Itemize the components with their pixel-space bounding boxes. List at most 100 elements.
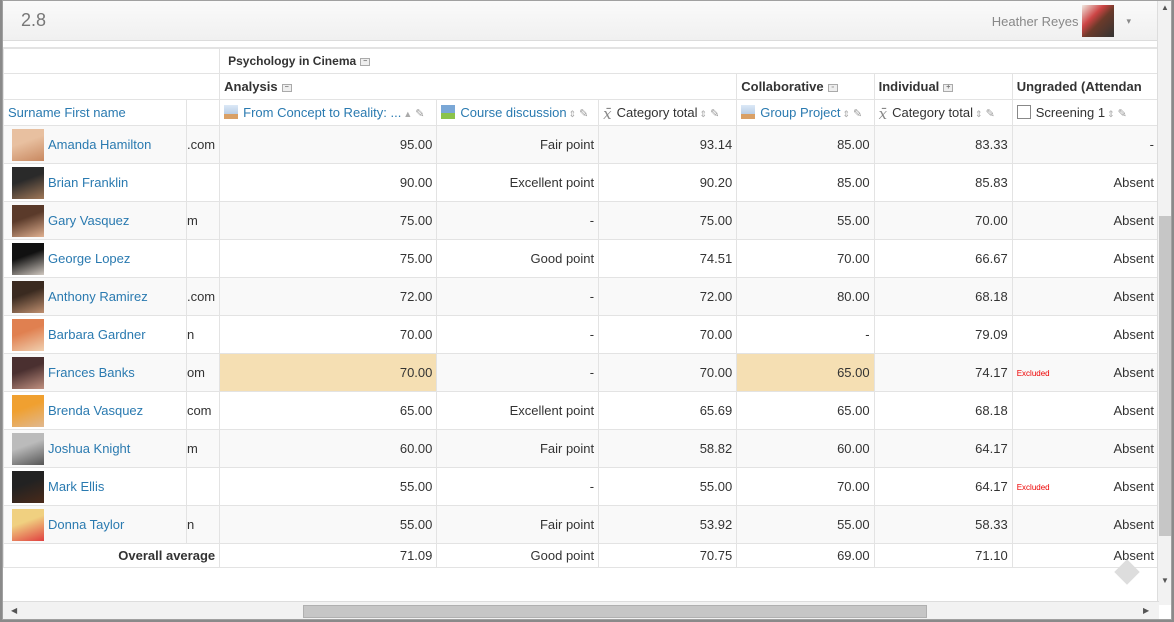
grade-cell[interactable]: 70.00 [219, 315, 438, 354]
grade-cell[interactable]: 72.00 [598, 277, 738, 316]
grade-cell[interactable]: - [436, 315, 600, 354]
student-avatar[interactable] [12, 166, 44, 199]
student-name-link[interactable]: Anthony Ramirez [48, 289, 148, 304]
grade-cell[interactable]: 65.69 [598, 391, 738, 430]
grade-cell[interactable]: 85.83 [873, 163, 1013, 202]
grade-cell[interactable]: 83.33 [873, 125, 1013, 164]
grade-cell[interactable]: 53.92 [598, 505, 738, 544]
edit-pencil-icon[interactable]: ✎ [710, 108, 719, 120]
grade-cell[interactable]: 70.00 [873, 201, 1013, 240]
sort-icon[interactable]: ⇕ [842, 109, 850, 119]
scroll-down-icon[interactable]: ▼ [1161, 576, 1169, 585]
sort-icon[interactable]: ⇕ [569, 109, 577, 119]
grade-cell[interactable]: - [436, 467, 600, 506]
grade-cell[interactable]: Absent [1011, 201, 1159, 240]
grade-cell[interactable]: 90.00 [219, 163, 438, 202]
student-avatar[interactable] [12, 280, 44, 313]
column-label[interactable]: Group Project [760, 105, 840, 120]
scroll-left-icon[interactable]: ◀ [11, 606, 17, 615]
sort-icon[interactable]: ⇕ [975, 109, 983, 119]
grade-cell[interactable]: 70.00 [219, 353, 438, 392]
student-avatar[interactable] [12, 318, 44, 351]
student-name-link[interactable]: Frances Banks [48, 365, 135, 380]
vertical-scrollbar[interactable]: ▲ ▼ [1157, 1, 1171, 605]
grade-cell[interactable]: 65.00 [736, 353, 875, 392]
grade-cell[interactable]: 70.00 [736, 239, 875, 278]
grade-cell[interactable]: 66.67 [873, 239, 1013, 278]
student-avatar[interactable] [12, 432, 44, 465]
horizontal-scrollbar[interactable]: ◀ ▶ [3, 601, 1159, 619]
grade-cell[interactable]: Absent [1011, 391, 1159, 430]
sort-icon[interactable]: ⇕ [700, 109, 708, 119]
grade-cell[interactable]: Absent [1011, 163, 1159, 202]
student-name-link[interactable]: Brian Franklin [48, 175, 128, 190]
grade-cell[interactable]: Excluded Absent [1011, 353, 1159, 392]
grade-cell[interactable]: 75.00 [219, 239, 438, 278]
grade-cell[interactable]: - [436, 353, 600, 392]
grade-cell[interactable]: Absent [1011, 239, 1159, 278]
grade-cell[interactable]: Good point [436, 239, 600, 278]
grade-cell[interactable]: 85.00 [736, 163, 875, 202]
grade-cell[interactable]: 75.00 [598, 201, 738, 240]
grade-cell[interactable]: 60.00 [219, 429, 438, 468]
name-column-header[interactable]: Surname First name [3, 99, 187, 126]
student-name-link[interactable]: Barbara Gardner [48, 327, 146, 342]
grade-cell[interactable]: Absent [1011, 315, 1159, 354]
grade-cell[interactable]: Absent [1011, 505, 1159, 544]
edit-pencil-icon[interactable]: ✎ [579, 108, 588, 120]
student-name-link[interactable]: George Lopez [48, 251, 130, 266]
sort-icon[interactable]: ⇕ [1107, 109, 1115, 119]
grade-cell[interactable]: 55.00 [219, 467, 438, 506]
grade-cell[interactable]: - [436, 201, 600, 240]
grade-cell[interactable]: 55.00 [736, 201, 875, 240]
user-avatar[interactable] [1082, 5, 1115, 37]
grade-cell[interactable]: Fair point [436, 125, 600, 164]
edit-pencil-icon[interactable]: ✎ [415, 108, 424, 120]
grade-cell[interactable]: 64.17 [873, 467, 1013, 506]
grade-cell[interactable]: 64.17 [873, 429, 1013, 468]
student-avatar[interactable] [12, 470, 44, 503]
grade-cell[interactable]: 95.00 [219, 125, 438, 164]
student-avatar[interactable] [12, 242, 44, 275]
collapse-icon[interactable]: − [281, 83, 292, 92]
column-label[interactable]: Course discussion [460, 105, 566, 120]
grade-cell[interactable]: 70.00 [736, 467, 875, 506]
plus-icon[interactable]: + [943, 83, 954, 92]
vertical-scroll-thumb[interactable] [1159, 216, 1171, 536]
grade-cell[interactable]: - [436, 277, 600, 316]
grade-cell[interactable]: 74.51 [598, 239, 738, 278]
student-avatar[interactable] [12, 508, 44, 541]
grade-cell[interactable]: 65.00 [219, 391, 438, 430]
grade-cell[interactable]: Excluded Absent [1011, 467, 1159, 506]
grade-cell[interactable]: 75.00 [219, 201, 438, 240]
user-menu[interactable]: Heather Reyes ▾ [992, 5, 1131, 37]
grade-cell[interactable]: 72.00 [219, 277, 438, 316]
student-name-link[interactable]: Mark Ellis [48, 479, 104, 494]
edit-pencil-icon[interactable]: ✎ [853, 108, 862, 120]
grade-cell[interactable]: 80.00 [736, 277, 875, 316]
grade-cell[interactable]: 55.00 [219, 505, 438, 544]
grade-cell[interactable]: 93.14 [598, 125, 738, 164]
sort-icon[interactable]: ▲ [403, 109, 412, 119]
expand-icon[interactable]: ▫ [827, 83, 838, 92]
scroll-right-icon[interactable]: ▶ [1143, 606, 1149, 615]
grade-cell[interactable]: 74.17 [873, 353, 1013, 392]
horizontal-scroll-thumb[interactable] [303, 605, 927, 618]
grade-cell[interactable]: Fair point [436, 429, 600, 468]
grade-cell[interactable]: 65.00 [736, 391, 875, 430]
grade-cell[interactable]: Excellent point [436, 163, 600, 202]
edit-pencil-icon[interactable]: ✎ [986, 108, 995, 120]
student-name-link[interactable]: Brenda Vasquez [48, 403, 143, 418]
grade-cell[interactable]: 70.00 [598, 353, 738, 392]
user-name[interactable]: Heather Reyes [992, 14, 1079, 29]
grade-cell[interactable]: 79.09 [873, 315, 1013, 354]
grade-cell[interactable]: 68.18 [873, 277, 1013, 316]
grade-cell[interactable]: Excellent point [436, 391, 600, 430]
collapse-icon[interactable]: − [360, 57, 371, 66]
chevron-down-icon[interactable]: ▾ [1126, 16, 1131, 27]
grade-cell[interactable]: 70.00 [598, 315, 738, 354]
grade-cell[interactable]: - [1011, 125, 1159, 164]
grade-cell[interactable]: 55.00 [598, 467, 738, 506]
edit-pencil-icon[interactable]: ✎ [1118, 108, 1127, 120]
student-avatar[interactable] [12, 204, 44, 237]
